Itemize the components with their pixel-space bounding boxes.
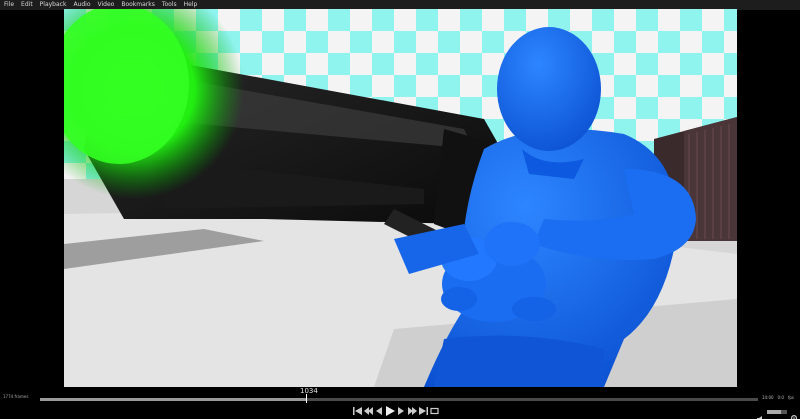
time-code-text: 0:0 (777, 395, 784, 400)
video-frame (64, 9, 737, 387)
menu-file[interactable]: File (0, 0, 17, 10)
next-frame-icon[interactable] (396, 406, 406, 416)
last-frame-icon[interactable] (418, 406, 428, 416)
timeline-progress (40, 398, 306, 401)
speaker-icon[interactable] (757, 408, 765, 419)
fps-text: fps (787, 395, 794, 400)
duration-text: 14:00 (762, 395, 774, 400)
timeline-track[interactable] (40, 398, 758, 401)
prev-frame-icon[interactable] (374, 406, 384, 416)
frame-count-status: 1774 frames (3, 394, 29, 399)
menu-edit[interactable]: Edit (17, 0, 36, 10)
transport-controls (352, 405, 439, 417)
loop-icon[interactable] (429, 406, 439, 416)
volume-level (767, 410, 781, 414)
current-frame-label: 1034 (300, 387, 318, 395)
prev-keyframe-icon[interactable] (363, 406, 373, 416)
play-icon[interactable] (385, 406, 395, 416)
volume-slider[interactable] (767, 410, 787, 414)
gear-icon[interactable] (790, 407, 798, 419)
time-status: 14:00 0:0 fps (762, 395, 794, 400)
video-viewport[interactable] (64, 9, 737, 387)
video-player-app: File Edit Playback Audio Video Bookmarks… (0, 0, 800, 419)
next-keyframe-icon[interactable] (407, 406, 417, 416)
first-frame-icon[interactable] (352, 406, 362, 416)
timeline-playhead[interactable] (305, 394, 307, 403)
